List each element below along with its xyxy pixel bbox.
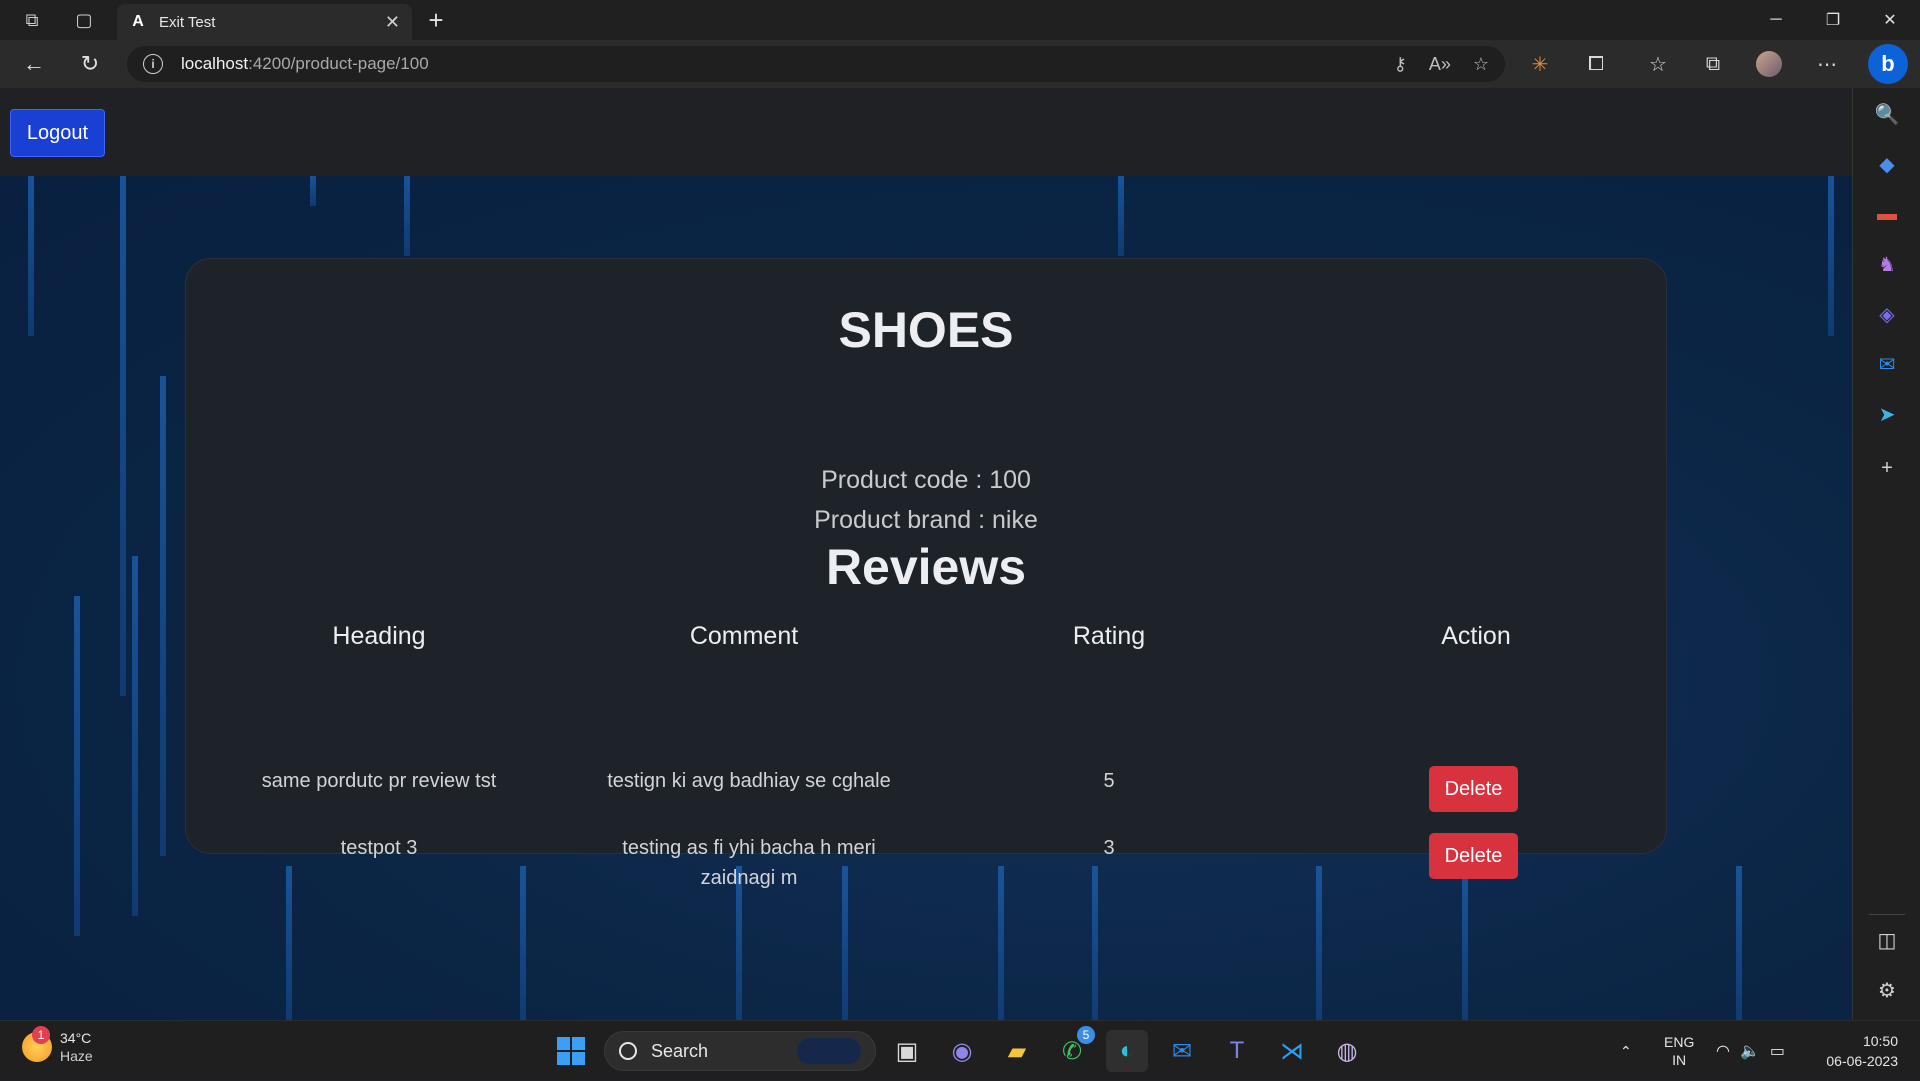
profile-avatar[interactable] [1751,46,1787,82]
review-heading-cell: testpot 3 [340,837,418,859]
bing-copilot-icon[interactable]: b [1868,44,1908,84]
minimize-icon[interactable]: ─ [1748,0,1804,40]
new-tab-button[interactable]: + [420,4,452,36]
weather-description: Haze [60,1048,93,1064]
task-view-icon[interactable]: ▣ [886,1030,928,1072]
region-code: IN [1672,1052,1687,1068]
site-info-icon[interactable]: i [143,54,163,74]
sidebar-settings-icon[interactable]: ⚙ [1869,972,1905,1008]
delete-review-button[interactable]: Delete [1429,833,1518,879]
read-aloud-icon[interactable]: A» [1429,54,1451,75]
outlook-icon[interactable]: ✉ [1869,346,1905,382]
review-comment-cell: testign ki avg badhiay se cghale [607,770,891,792]
tab-actions-icon[interactable]: ▢ [64,0,104,40]
weather-sun-icon: 1 [22,1026,52,1062]
chat-icon[interactable]: ◉ [941,1030,983,1072]
browser-tab-bar: ⧉ ▢ A Exit Test ✕ + ─ ❐ ✕ [0,0,1920,40]
web-page: Logout SHOES Product code : 100 Product … [0,88,1852,1020]
language-indicator[interactable]: ENG IN [1664,1021,1694,1081]
password-key-icon[interactable]: ⚷ [1394,54,1407,75]
weather-temperature: 34°C [60,1030,92,1046]
volume-icon: 🔈 [1739,1043,1760,1060]
back-icon[interactable]: ← [16,46,52,82]
browser-tab[interactable]: A Exit Test ✕ [117,4,412,40]
taskbar-clock[interactable]: 10:50 06-06-2023 [1826,1031,1898,1071]
refresh-icon[interactable]: ↻ [72,46,108,82]
product-name: SHOES [838,302,1014,358]
favorites-icon[interactable]: ☆ [1640,46,1676,82]
restore-icon[interactable]: ❐ [1805,0,1861,40]
drop-icon[interactable]: ➤ [1869,396,1905,432]
page-header: Logout [0,88,1852,176]
column-header-action: Action [1441,622,1511,650]
whatsapp-icon[interactable]: ✆ 5 [1051,1026,1095,1072]
weather-widget[interactable]: 1 34°C Haze [22,1026,93,1065]
address-bar[interactable]: i localhost :4200/product-page/100 ⚷ A» … [127,46,1505,82]
taskbar-search[interactable]: Search [604,1031,876,1071]
column-header-comment: Comment [689,622,799,650]
review-rating-cell: 5 [1103,770,1115,792]
collections-icon[interactable]: ⧉ [1695,46,1731,82]
review-rating-cell: 3 [1103,837,1115,859]
logout-button[interactable]: Logout [10,109,105,157]
column-header-heading: Heading [332,622,426,650]
browser-toolbar: ← ↻ i localhost :4200/product-page/100 ⚷… [0,40,1920,88]
hide-sidebar-icon[interactable]: ◫ [1869,922,1905,958]
show-hidden-icons-icon[interactable]: ⌃ [1620,1021,1632,1081]
close-tab-icon[interactable]: ✕ [385,12,400,33]
outlook-icon[interactable]: ✉ [1161,1030,1203,1072]
delete-review-button[interactable]: Delete [1429,766,1518,812]
sidebar-divider [1869,914,1905,915]
eclipse-icon[interactable]: ◍ [1326,1030,1368,1072]
tools-icon[interactable]: ▬ [1869,196,1905,232]
start-windows-icon[interactable] [550,1030,592,1072]
workspaces-icon[interactable]: ⧉ [12,0,52,40]
edge-sidebar: 🔍 ◆ ▬ ♞ ◈ ✉ ➤ + ◫ ⚙ [1852,88,1920,1020]
close-window-icon[interactable]: ✕ [1862,0,1918,40]
more-menu-icon[interactable]: ⋯ [1809,46,1845,82]
url-host: localhost [181,54,249,73]
weather-badge: 1 [32,1026,50,1044]
whatsapp-badge: 5 [1077,1026,1095,1044]
wifi-icon: ◠ [1716,1043,1730,1060]
reviews-heading: Reviews [825,539,1027,595]
edge-browser-icon[interactable]: ◐ [1106,1030,1148,1072]
microsoft-365-icon[interactable]: ◈ [1869,296,1905,332]
extensions-icon[interactable]: ⧠ [1578,46,1614,82]
games-icon[interactable]: ♞ [1869,246,1905,282]
system-tray[interactable]: ◠ 🔈 ▭ [1716,1021,1785,1081]
language-code: ENG [1664,1034,1695,1050]
review-heading-cell: same pordutc pr review tst [261,770,497,792]
add-sidebar-app-icon[interactable]: + [1869,450,1905,486]
search-icon [619,1042,637,1060]
windows-taskbar: 1 34°C Haze Search ▣ ◉ ▰ ✆ 5 ◐ ✉ T ⋊ ◍ ⌃… [0,1020,1920,1080]
file-explorer-icon[interactable]: ▰ [996,1030,1038,1072]
shopping-tag-icon[interactable]: ◆ [1869,146,1905,182]
search-icon[interactable]: 🔍 [1869,96,1905,132]
review-comment-cell: testing as fi yhi bacha h meri zaidnagi … [622,837,876,889]
angular-favicon-icon: A [132,13,144,30]
url-path: :4200/product-page/100 [248,54,429,73]
product-card: SHOES Product code : 100 Product brand :… [185,258,1667,889]
product-brand: Product brand : nike [814,506,1038,534]
clock-date: 06-06-2023 [1826,1053,1898,1069]
column-header-rating: Rating [1072,622,1146,650]
extension-c-icon[interactable]: ✳ [1522,46,1558,82]
search-highlight-icon [797,1038,861,1064]
battery-icon: ▭ [1769,1043,1786,1060]
tab-title: Exit Test [159,13,216,31]
favorite-star-icon[interactable]: ☆ [1473,54,1489,75]
search-label: Search [651,1040,709,1061]
product-code: Product code : 100 [821,466,1031,494]
vscode-icon[interactable]: ⋊ [1271,1030,1313,1072]
teams-icon[interactable]: T [1216,1030,1258,1072]
clock-time: 10:50 [1862,1033,1898,1049]
